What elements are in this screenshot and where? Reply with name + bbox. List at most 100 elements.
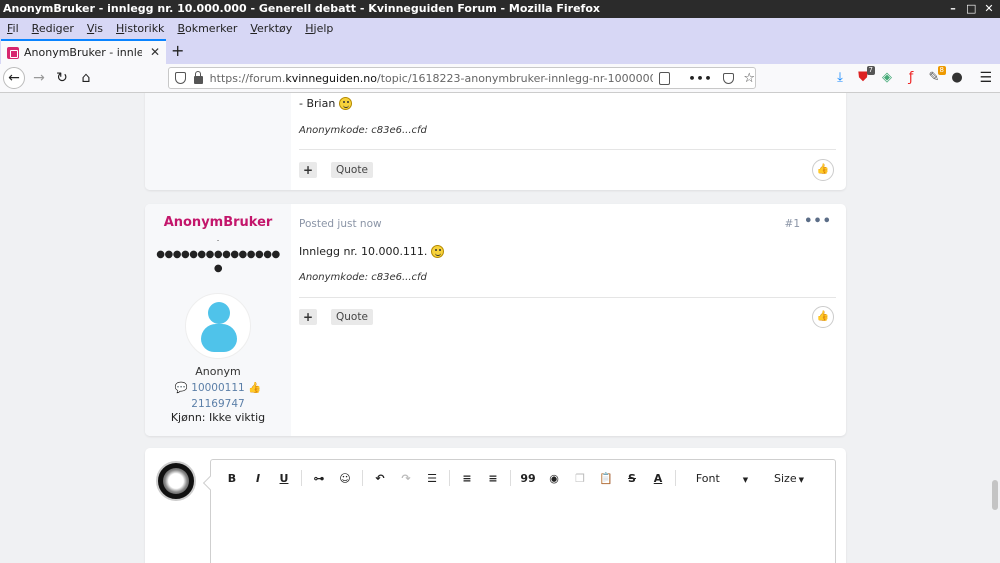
avatar-body-icon	[201, 324, 237, 352]
author-like-count: 21169747	[191, 398, 245, 410]
post-body: Posted just now #1 ••• Innlegg nr. 10.00…	[299, 204, 836, 436]
underline-button[interactable]: U	[271, 472, 297, 485]
size-dropdown[interactable]: Size ▼	[764, 472, 814, 485]
window-controls: – □ ✕	[948, 0, 994, 18]
reply-editor[interactable]: B I U ⊶ ☺ ↶ ↷ ☰ ≡ ≡ 99 ◉ ❐ 📋 S A Font ▼ …	[202, 459, 836, 563]
menu-verktoy[interactable]: Verktøy	[250, 22, 292, 35]
avatar-head-icon	[208, 302, 230, 324]
bookmark-star-icon[interactable]: ☆	[743, 71, 755, 86]
extension-people-icon[interactable]: ●	[949, 70, 965, 86]
menu-bokmerker[interactable]: Bokmerker	[177, 22, 237, 35]
window-titlebar: AnonymBruker - innlegg nr. 10.000.000 - …	[0, 0, 1000, 18]
post-anon-code: Anonymkode: c83e6...cfd	[299, 272, 427, 283]
previous-post-card: - Brian Anonymkode: c83e6...cfd + Quote …	[145, 93, 846, 190]
menu-hjelp[interactable]: Hjelp	[305, 22, 333, 35]
align-left-button[interactable]: ≡	[454, 472, 480, 485]
bold-button[interactable]: B	[219, 472, 245, 485]
align-center-icon: ≡	[488, 471, 498, 485]
author-stats: 💬 10000111 👍 21169747	[155, 380, 281, 412]
toolbar-separator	[449, 470, 450, 486]
tab-close-icon[interactable]: ✕	[150, 45, 160, 59]
emoji-button[interactable]: ☺	[332, 472, 358, 485]
reader-view-icon[interactable]	[658, 71, 671, 85]
arrow-right-icon: →	[33, 70, 45, 86]
hamburger-menu-icon[interactable]: ☰	[979, 70, 992, 86]
previous-post-signature: - Brian	[299, 97, 352, 110]
eye-icon: ◉	[549, 471, 559, 485]
current-user-avatar[interactable]	[156, 461, 196, 501]
previous-post-body: - Brian Anonymkode: c83e6...cfd + Quote …	[299, 93, 836, 190]
downloads-icon[interactable]: ⤓	[832, 70, 848, 86]
strikethrough-button[interactable]: S	[619, 472, 645, 485]
lock-icon[interactable]	[193, 71, 203, 84]
font-dropdown[interactable]: Font ▼	[688, 472, 756, 485]
post-number[interactable]: #1	[785, 218, 800, 230]
copy-button[interactable]: ❐	[567, 472, 593, 485]
site-favicon-icon	[7, 46, 19, 59]
link-button[interactable]: ⊶	[306, 472, 332, 485]
close-button[interactable]: ✕	[984, 0, 994, 18]
redo-button[interactable]: ↷	[393, 472, 419, 485]
menu-fil[interactable]: Fil	[7, 22, 19, 35]
post-quote-button[interactable]: Quote	[331, 309, 373, 325]
author-name[interactable]: AnonymBruker	[145, 215, 291, 230]
navigation-bar: ← → ↻ ⌂ https://forum.kvinneguiden.no/to…	[0, 64, 1000, 93]
previous-post-like-icon[interactable]: 👍	[812, 159, 834, 181]
align-center-button[interactable]: ≡	[480, 472, 506, 485]
author-rank-dots: ●●●●●●●●●●●●●●●●	[156, 249, 280, 274]
divider	[299, 149, 836, 150]
emoji-icon: ☺	[339, 471, 351, 485]
extension-icon[interactable]: ◈	[879, 70, 895, 86]
menu-rediger[interactable]: Rediger	[32, 22, 74, 35]
bullet-list-button[interactable]: ☰	[419, 472, 445, 485]
post-like-icon[interactable]: 👍	[812, 306, 834, 328]
flash-icon[interactable]: ƒ	[903, 70, 919, 86]
reload-button[interactable]: ↻	[51, 67, 73, 89]
url-text[interactable]: https://forum.kvinneguiden.no/topic/1618…	[210, 72, 653, 85]
post-options-icon[interactable]: •••	[804, 214, 832, 229]
page-actions-icon[interactable]: •••	[688, 72, 712, 85]
forward-button[interactable]: →	[28, 67, 50, 89]
smiley-icon	[338, 97, 352, 110]
undo-icon: ↶	[375, 471, 385, 485]
link-icon: ⊶	[313, 471, 325, 485]
extension-tools-icon[interactable]: ✎ 8	[926, 66, 946, 86]
preview-button[interactable]: ◉	[541, 472, 567, 485]
tracking-shield-icon[interactable]	[175, 72, 186, 84]
avatar[interactable]	[185, 293, 251, 359]
previous-post-quote-button[interactable]: Quote	[331, 162, 373, 178]
pocket-icon[interactable]	[722, 72, 735, 84]
page-content: - Brian Anonymkode: c83e6...cfd + Quote …	[0, 93, 1000, 563]
chevron-down-icon: ▼	[798, 475, 804, 484]
menu-bar: Fil Rediger Vis Historikk Bokmerker Verk…	[0, 18, 1000, 38]
author-column: AnonymBruker . ●●●●●●●●●●●●●●●● Anonym 💬…	[145, 204, 291, 436]
reload-icon: ↻	[56, 70, 68, 86]
previous-post-plus-button[interactable]: +	[299, 162, 317, 178]
chevron-down-icon: ▼	[742, 475, 749, 484]
home-button[interactable]: ⌂	[75, 67, 97, 89]
paste-button[interactable]: 📋	[593, 472, 619, 485]
italic-button[interactable]: I	[245, 472, 271, 485]
page-scrollbar[interactable]	[992, 480, 998, 510]
ublock-icon[interactable]: ⛊ 7	[855, 66, 875, 86]
quote-button[interactable]: 99	[515, 472, 541, 485]
tab-strip: AnonymBruker - innlegg nr. 10.000.000 ✕ …	[0, 38, 1000, 64]
author-title: Anonym	[195, 365, 241, 378]
menu-historikk[interactable]: Historikk	[116, 22, 164, 35]
back-button[interactable]: ←	[3, 67, 25, 89]
maximize-button[interactable]: □	[966, 0, 976, 18]
tab-active[interactable]: AnonymBruker - innlegg nr. 10.000.000 ✕	[1, 39, 166, 64]
post-timestamp[interactable]: Posted just now	[299, 218, 382, 230]
minimize-button[interactable]: –	[948, 0, 958, 18]
text-color-button[interactable]: A	[645, 472, 671, 485]
post-plus-button[interactable]: +	[299, 309, 317, 325]
undo-button[interactable]: ↶	[367, 472, 393, 485]
comments-icon: 💬	[174, 382, 188, 394]
divider	[299, 297, 836, 298]
menu-vis[interactable]: Vis	[87, 22, 103, 35]
previous-post-author-column	[145, 93, 291, 190]
author-gender-field: Kjønn: Ikke viktig	[170, 411, 266, 424]
url-bar[interactable]: https://forum.kvinneguiden.no/topic/1618…	[168, 67, 756, 89]
new-tab-button[interactable]: +	[171, 41, 184, 60]
toolbar-separator	[510, 470, 511, 486]
